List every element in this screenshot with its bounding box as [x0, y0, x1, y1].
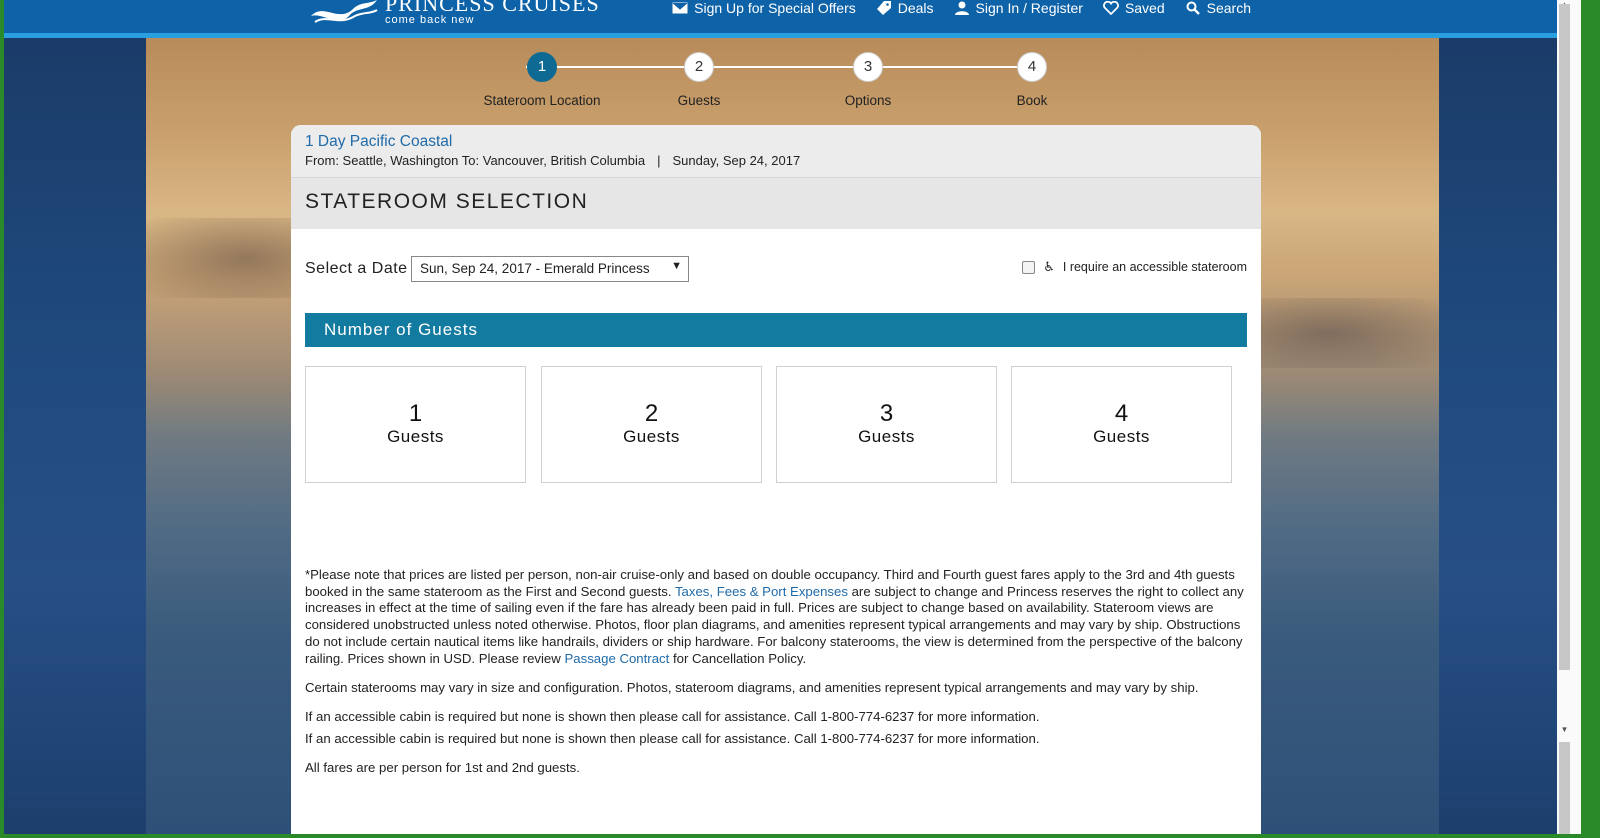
guest-label: Guests: [858, 427, 915, 446]
guest-label: Guests: [1093, 427, 1150, 446]
header-nav: Sign Up for Special Offers Deals Sign In…: [672, 0, 1251, 16]
step-label: Book: [1016, 93, 1048, 108]
nav-deals[interactable]: Deals: [876, 0, 934, 16]
cruise-date: Sunday, Sep 24, 2017: [672, 153, 801, 168]
guest-count: 4: [1114, 400, 1129, 427]
step-number: 1: [527, 52, 557, 82]
cruise-title-link[interactable]: 1 Day Pacific Coastal: [305, 133, 1247, 151]
step-label: Stateroom Location: [483, 93, 601, 108]
select-date-label: Select a Date: [305, 260, 408, 277]
booking-progress-steps: 1 Stateroom Location 2 Guests 3 Options …: [472, 52, 1052, 112]
user-icon: [954, 1, 969, 15]
accessible-stateroom-option: ♿ I require an accessible stateroom: [1022, 259, 1247, 275]
step-stateroom-location[interactable]: 1 Stateroom Location: [472, 52, 612, 108]
guest-count: 1: [408, 400, 423, 427]
step-options[interactable]: 3 Options: [798, 52, 938, 108]
pricing-notes: *Please note that prices are listed per …: [291, 507, 1261, 777]
sailing-date-dropdown[interactable]: Sun, Sep 24, 2017 - Emerald Princess ▼: [411, 256, 689, 282]
guest-label: Guests: [387, 427, 444, 446]
guest-option-1[interactable]: 1 Guests: [305, 366, 526, 483]
separator: |: [657, 153, 661, 168]
top-navigation-bar: PRINCESS CRUISES come back new Sign Up f…: [4, 0, 1581, 38]
princess-logo[interactable]: PRINCESS CRUISES come back new: [309, 0, 600, 26]
accessible-cabin-note: If an accessible cabin is required but n…: [305, 708, 1040, 724]
note-text: for Cancellation Policy.: [669, 650, 807, 666]
step-book[interactable]: 4 Book: [962, 52, 1102, 108]
step-label: Guests: [677, 93, 721, 108]
envelope-icon: [672, 1, 689, 15]
scrollbar-thumb[interactable]: [1559, 4, 1570, 670]
nav-label: Deals: [897, 0, 934, 16]
nav-label: Saved: [1124, 0, 1165, 16]
taxes-fees-link[interactable]: Taxes, Fees & Port Expenses: [675, 584, 848, 599]
date-selection-row: Select a Date Sun, Sep 24, 2017 - Emeral…: [291, 229, 1261, 313]
search-icon: [1186, 1, 1200, 15]
wheelchair-icon: ♿: [1043, 259, 1055, 274]
nav-label: Search: [1206, 0, 1251, 16]
section-title: STATEROOM SELECTION: [291, 178, 1261, 229]
dropdown-arrow-icon: ▼: [671, 260, 682, 272]
cruise-route: From: Seattle, Washington To: Vancouver,…: [305, 153, 646, 168]
step-label: Options: [844, 93, 892, 108]
passage-contract-link[interactable]: Passage Contract: [564, 651, 669, 666]
number-of-guests-header: Number of Guests: [305, 313, 1247, 347]
scroll-down-arrow-icon[interactable]: ▼: [1557, 725, 1572, 735]
guest-count-options: 1 Guests 2 Guests 3 Guests 4 Guests: [291, 347, 1261, 507]
step-number: 2: [684, 52, 714, 82]
nav-label: Sign In / Register: [975, 0, 1083, 16]
step-guests[interactable]: 2 Guests: [629, 52, 769, 108]
accessible-label[interactable]: I require an accessible stateroom: [1063, 260, 1247, 274]
selected-date-value: Sun, Sep 24, 2017 - Emerald Princess: [420, 261, 650, 276]
guest-count: 2: [644, 400, 659, 427]
brand-name: PRINCESS CRUISES: [385, 0, 600, 16]
guest-label: Guests: [623, 427, 680, 446]
guest-option-2[interactable]: 2 Guests: [541, 366, 762, 483]
guest-option-3[interactable]: 3 Guests: [776, 366, 997, 483]
accessible-cabin-note: If an accessible cabin is required but n…: [305, 730, 1040, 746]
stateroom-variation-note: Certain staterooms may vary in size and …: [305, 680, 1199, 696]
accessible-checkbox[interactable]: [1022, 260, 1036, 274]
heart-icon: [1103, 1, 1119, 15]
nav-sign-in[interactable]: Sign In / Register: [954, 0, 1083, 16]
scrollbar-track-lower[interactable]: [1559, 742, 1570, 834]
nav-special-offers[interactable]: Sign Up for Special Offers: [672, 0, 856, 16]
guest-option-4[interactable]: 4 Guests: [1011, 366, 1232, 483]
guest-count: 3: [879, 400, 894, 427]
nav-saved[interactable]: Saved: [1103, 0, 1165, 16]
tag-icon: [876, 1, 891, 15]
cruise-details: From: Seattle, Washington To: Vancouver,…: [305, 153, 1247, 168]
step-number: 3: [853, 52, 883, 82]
stateroom-selection-card: 1 Day Pacific Coastal From: Seattle, Was…: [291, 125, 1261, 834]
nav-label: Sign Up for Special Offers: [694, 0, 856, 16]
wave-logo-icon: [311, 0, 378, 23]
nav-search[interactable]: Search: [1185, 0, 1251, 16]
vertical-scrollbar[interactable]: ▲ ▼: [1557, 0, 1581, 834]
fares-note: All fares are per person for 1st and 2nd…: [305, 760, 580, 776]
cruise-summary: 1 Day Pacific Coastal From: Seattle, Was…: [291, 125, 1261, 178]
pricing-disclaimer: *Please note that prices are listed per …: [305, 567, 1247, 667]
browser-viewport: PRINCESS CRUISES come back new Sign Up f…: [4, 0, 1581, 834]
step-number: 4: [1017, 52, 1047, 82]
